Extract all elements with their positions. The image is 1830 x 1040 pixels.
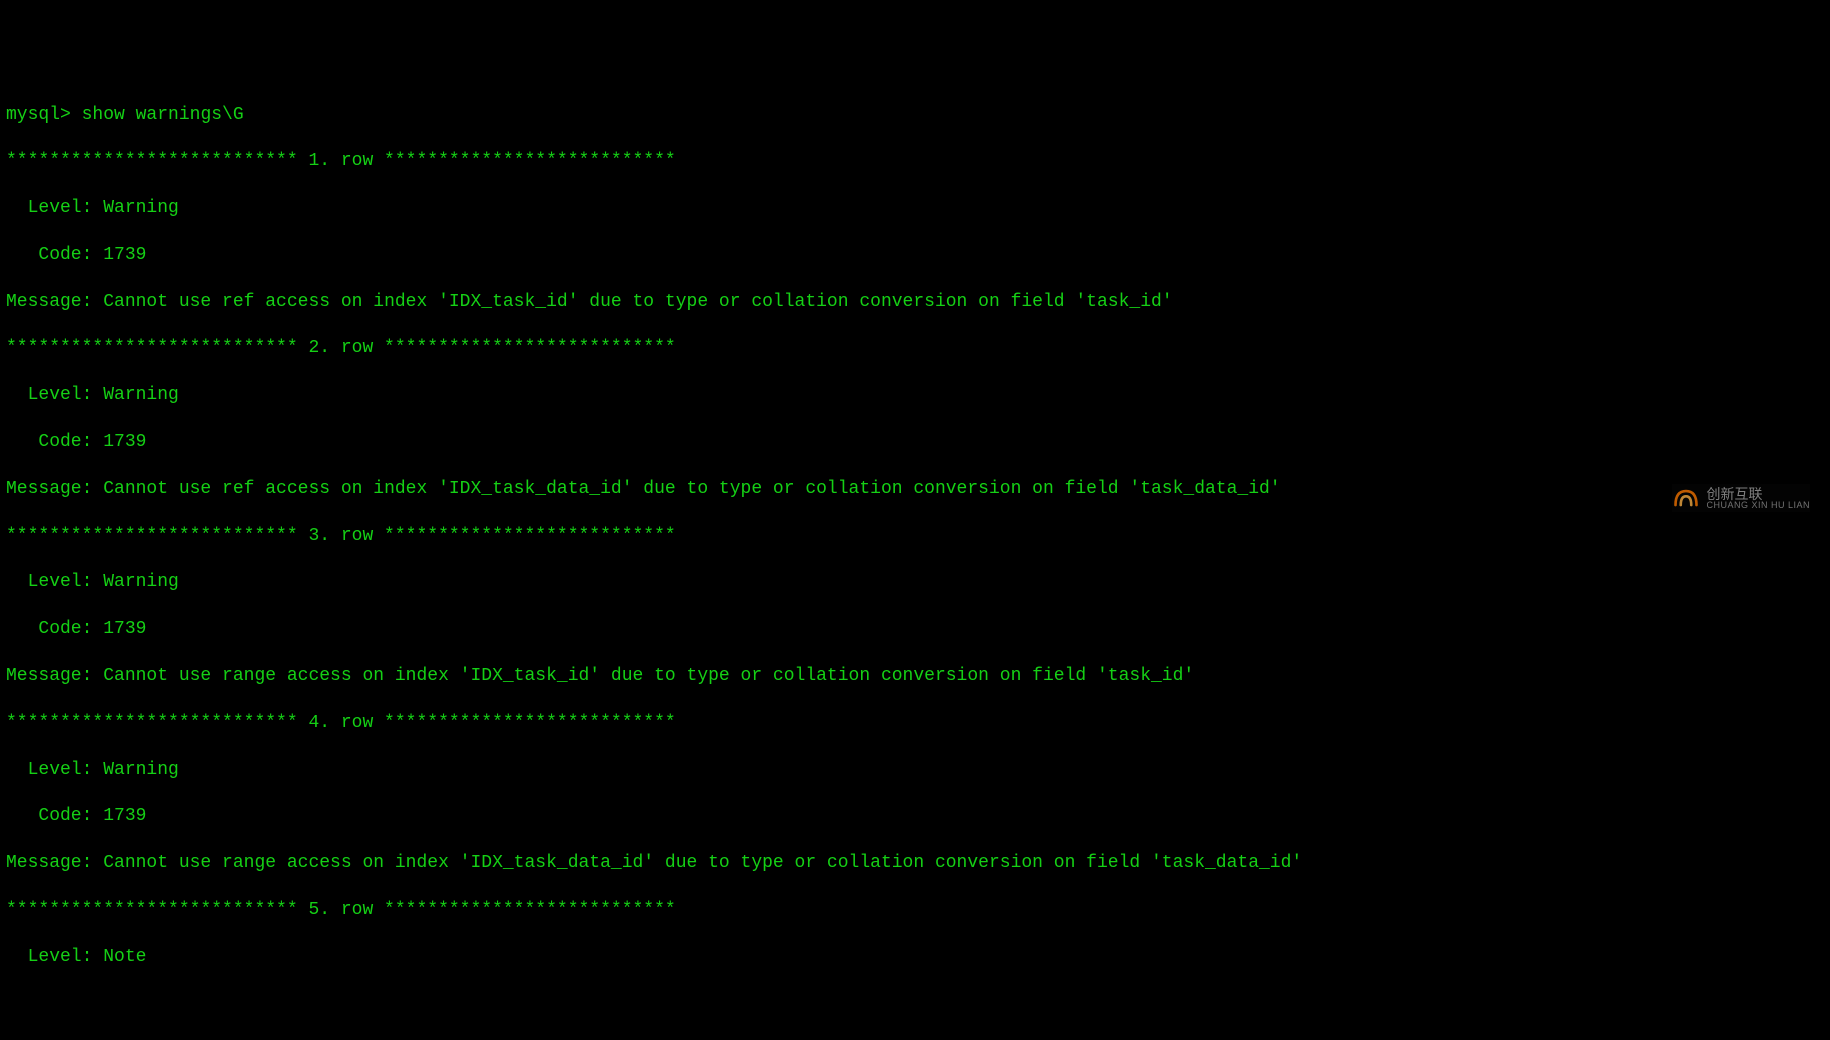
row-header: *************************** 4. row *****… [6,712,1824,735]
level-label: Level: [6,947,103,967]
level-line: Level: Warning [6,197,1824,220]
command-line[interactable]: mysql> show warnings\G [6,104,1824,127]
message-line: Message: Cannot use ref access on index … [6,291,1824,314]
level-label: Level: [6,198,103,218]
message-line: Message: Cannot use range access on inde… [6,665,1824,688]
level-line: Level: Warning [6,759,1824,782]
code-label: Code: [6,619,103,639]
code-line: Code: 1739 [6,805,1824,828]
message-line: Message: Cannot use range access on inde… [6,852,1824,875]
message-label: Message: [6,292,103,312]
message-value: Cannot use range access on index 'IDX_ta… [103,853,1302,873]
message-label: Message: [6,853,103,873]
code-value: 1739 [103,245,146,265]
code-label: Code: [6,245,103,265]
level-value: Warning [103,198,179,218]
level-line: Level: Note [6,946,1824,969]
watermark-pinyin: CHUANG XIN HU LIAN [1706,501,1810,510]
watermark: 创新互联 CHUANG XIN HU LIAN [1672,484,1810,512]
code-value: 1739 [103,806,146,826]
row-header: *************************** 1. row *****… [6,150,1824,173]
message-label: Message: [6,666,103,686]
code-label: Code: [6,806,103,826]
level-label: Level: [6,385,103,405]
code-value: 1739 [103,619,146,639]
row-header: *************************** 3. row *****… [6,525,1824,548]
code-value: 1739 [103,432,146,452]
level-label: Level: [6,760,103,780]
level-label: Level: [6,572,103,592]
level-line: Level: Warning [6,384,1824,407]
level-value: Warning [103,760,179,780]
code-label: Code: [6,432,103,452]
code-line: Code: 1739 [6,618,1824,641]
level-line: Level: Warning [6,571,1824,594]
watermark-cn: 创新互联 [1706,487,1810,501]
level-value: Warning [103,385,179,405]
level-value: Note [103,947,146,967]
command-text: show warnings\G [82,105,244,125]
logo-icon [1672,484,1700,512]
code-line: Code: 1739 [6,431,1824,454]
message-label: Message: [6,479,103,499]
message-value: Cannot use ref access on index 'IDX_task… [103,292,1172,312]
row-header: *************************** 2. row *****… [6,337,1824,360]
message-value: Cannot use range access on index 'IDX_ta… [103,666,1194,686]
message-line: Message: Cannot use ref access on index … [6,478,1824,501]
level-value: Warning [103,572,179,592]
message-value: Cannot use ref access on index 'IDX_task… [103,479,1280,499]
row-header: *************************** 5. row *****… [6,899,1824,922]
prompt: mysql> [6,105,82,125]
code-line: Code: 1739 [6,244,1824,267]
